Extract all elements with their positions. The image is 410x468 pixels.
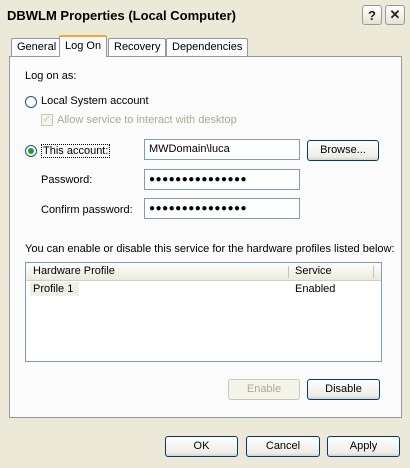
- row-profile-cell: Profile 1: [30, 282, 79, 296]
- ok-button[interactable]: OK: [165, 436, 238, 457]
- this-account-radio[interactable]: [25, 145, 37, 157]
- radio-selected-dot: [28, 148, 34, 154]
- table-row[interactable]: Profile 1 Enabled: [27, 281, 380, 297]
- title-bar: DBWLM Properties (Local Computer) ? ✕: [0, 0, 410, 30]
- local-system-radio[interactable]: [25, 96, 37, 108]
- column-header-hardware-profile[interactable]: Hardware Profile: [26, 263, 288, 281]
- interact-desktop-label: Allow service to interact with desktop: [57, 114, 237, 126]
- column-divider[interactable]: [373, 266, 374, 278]
- interact-desktop-checkbox[interactable]: ✓: [41, 114, 53, 126]
- confirm-password-label: Confirm password:: [41, 204, 133, 216]
- close-icon: ✕: [389, 7, 401, 22]
- window-title: DBWLM Properties (Local Computer): [7, 8, 236, 23]
- tab-log-on[interactable]: Log On: [59, 35, 108, 57]
- column-divider[interactable]: [288, 266, 289, 278]
- apply-button[interactable]: Apply: [327, 436, 400, 457]
- cancel-button[interactable]: Cancel: [246, 436, 320, 457]
- hardware-profile-list[interactable]: Hardware Profile Service Profile 1 Enabl…: [25, 262, 382, 362]
- browse-button[interactable]: Browse...: [307, 140, 379, 161]
- help-button[interactable]: ?: [362, 5, 382, 25]
- confirm-password-field[interactable]: ●●●●●●●●●●●●●●●: [144, 198, 300, 219]
- close-button[interactable]: ✕: [385, 5, 405, 25]
- password-field[interactable]: ●●●●●●●●●●●●●●●: [144, 169, 300, 190]
- column-header-service[interactable]: Service: [288, 263, 373, 281]
- tab-panel: [9, 56, 402, 418]
- password-label: Password:: [41, 174, 93, 186]
- row-service-cell: Enabled: [295, 283, 336, 295]
- enable-button[interactable]: Enable: [228, 379, 300, 400]
- disable-button[interactable]: Disable: [307, 379, 380, 400]
- tab-recovery[interactable]: Recovery: [108, 38, 167, 56]
- question-icon: ?: [368, 7, 376, 23]
- local-system-label[interactable]: Local System account: [41, 95, 149, 107]
- column-header-filler: [373, 263, 381, 281]
- profiles-description: You can enable or disable this service f…: [25, 243, 395, 255]
- tab-dependencies[interactable]: Dependencies: [166, 38, 249, 56]
- tab-general[interactable]: General: [11, 38, 63, 56]
- log-on-as-label: Log on as:: [25, 70, 77, 82]
- account-input[interactable]: MWDomain\luca: [144, 139, 300, 160]
- this-account-label[interactable]: This account:: [41, 144, 111, 158]
